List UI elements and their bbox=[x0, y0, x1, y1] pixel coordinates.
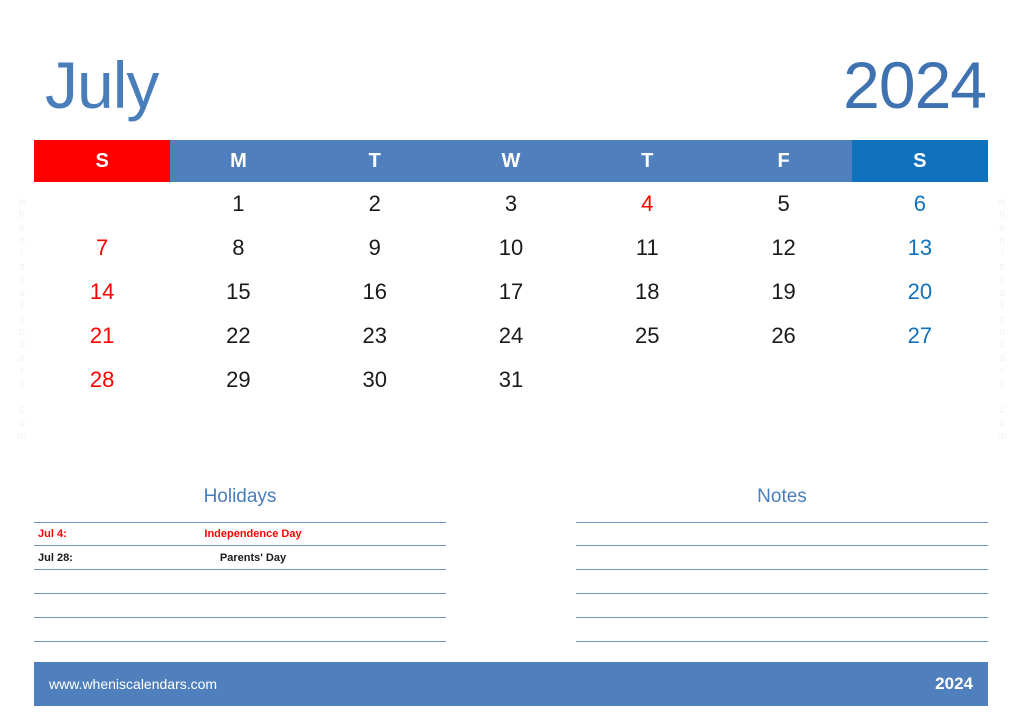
date-cell[interactable]: 22 bbox=[170, 314, 307, 358]
date-cell[interactable]: 14 bbox=[34, 270, 171, 314]
holiday-row[interactable]: Jul 4: Independence Day bbox=[34, 522, 446, 546]
date-cell[interactable]: 12 bbox=[715, 226, 852, 270]
weekday-header: SMTWTFS bbox=[34, 140, 988, 182]
holidays-list: Jul 4: Independence Day Jul 28: Parents' Da… bbox=[34, 522, 446, 642]
date-cell[interactable]: 6 bbox=[851, 182, 988, 226]
weekday-header-cell: T bbox=[579, 140, 716, 182]
holiday-row[interactable] bbox=[34, 618, 446, 642]
date-cell[interactable]: 31 bbox=[442, 358, 580, 402]
year-title: 2024 bbox=[843, 48, 987, 122]
date-cell[interactable]: 24 bbox=[442, 314, 580, 358]
date-cell[interactable]: 29 bbox=[170, 358, 307, 402]
holidays-panel: Holidays Jul 4: Independence Day Jul 28: Pa… bbox=[34, 486, 446, 644]
date-cell[interactable]: 23 bbox=[306, 314, 443, 358]
weekday-header-cell: S bbox=[851, 140, 988, 182]
date-cell[interactable]: 1 bbox=[170, 182, 307, 226]
footer-url[interactable]: www.wheniscalendars.com bbox=[49, 676, 217, 692]
holidays-heading: Holidays bbox=[203, 486, 277, 507]
date-cell[interactable]: 27 bbox=[851, 314, 988, 358]
holiday-row[interactable]: Jul 28: Parents' Day bbox=[34, 546, 446, 570]
weekday-header-cell: F bbox=[715, 140, 852, 182]
notes-panel: Notes bbox=[576, 486, 988, 644]
date-cell[interactable]: 30 bbox=[306, 358, 443, 402]
holiday-name: Parents' Day bbox=[219, 551, 287, 564]
date-cell[interactable]: 4 bbox=[579, 182, 716, 226]
date-cell[interactable]: 26 bbox=[715, 314, 852, 358]
weekday-header-cell: T bbox=[306, 140, 443, 182]
date-cell-empty bbox=[34, 182, 171, 226]
notes-row[interactable] bbox=[576, 570, 988, 594]
watermark-left: wheniscalendars.com bbox=[16, 196, 28, 443]
weekday-header-cell: S bbox=[34, 140, 171, 182]
calendar-page: wheniscalendars.com wheniscalendars.com … bbox=[0, 0, 1024, 724]
notes-row[interactable] bbox=[576, 594, 988, 618]
date-cell[interactable]: 18 bbox=[579, 270, 716, 314]
date-grid: 1 2 3 4 5 6 7 8 9 10 11 12 13 14 15 16 17 18 19 20 21 22 23 24 2… bbox=[34, 182, 988, 404]
date-cell[interactable]: 17 bbox=[442, 270, 580, 314]
footer-bar: www.wheniscalendars.com 2024 bbox=[34, 662, 988, 706]
date-cell[interactable]: 10 bbox=[442, 226, 580, 270]
date-cell[interactable]: 8 bbox=[170, 226, 307, 270]
notes-heading: Notes bbox=[757, 486, 807, 507]
date-cell[interactable]: 19 bbox=[715, 270, 852, 314]
date-cell-empty bbox=[851, 358, 988, 402]
notes-list bbox=[576, 522, 988, 642]
date-cell[interactable]: 2 bbox=[306, 182, 443, 226]
date-cell[interactable]: 9 bbox=[306, 226, 443, 270]
date-cell[interactable]: 15 bbox=[170, 270, 307, 314]
notes-row[interactable] bbox=[576, 522, 988, 546]
watermark-right: wheniscalendars.com bbox=[996, 196, 1008, 443]
holiday-name: Independence Day bbox=[204, 528, 302, 540]
bottom-panels: Holidays Jul 4: Independence Day Jul 28: Pa… bbox=[34, 486, 988, 644]
notes-row[interactable] bbox=[576, 546, 988, 570]
month-title: July bbox=[45, 48, 159, 122]
date-cell[interactable]: 21 bbox=[34, 314, 171, 358]
notes-row[interactable] bbox=[576, 618, 988, 642]
date-cell[interactable]: 7 bbox=[34, 226, 171, 270]
footer-year: 2024 bbox=[935, 674, 973, 693]
date-cell[interactable]: 5 bbox=[715, 182, 852, 226]
date-cell[interactable]: 25 bbox=[579, 314, 716, 358]
date-cell[interactable]: 20 bbox=[851, 270, 988, 314]
date-cell[interactable]: 28 bbox=[34, 358, 171, 402]
calendar-title-row: July 2024 bbox=[34, 36, 988, 134]
holiday-date: Jul 4: bbox=[38, 528, 67, 540]
date-cell-empty bbox=[579, 358, 716, 402]
holiday-date: Jul 28: bbox=[38, 551, 73, 564]
weekday-header-cell: M bbox=[170, 140, 307, 182]
holiday-row[interactable] bbox=[34, 570, 446, 594]
date-cell[interactable]: 16 bbox=[306, 270, 443, 314]
date-cell-empty bbox=[715, 358, 852, 402]
weekday-header-cell: W bbox=[442, 140, 580, 182]
date-cell[interactable]: 11 bbox=[579, 226, 716, 270]
date-cell[interactable]: 13 bbox=[851, 226, 988, 270]
date-cell[interactable]: 3 bbox=[442, 182, 580, 226]
holiday-row[interactable] bbox=[34, 594, 446, 618]
